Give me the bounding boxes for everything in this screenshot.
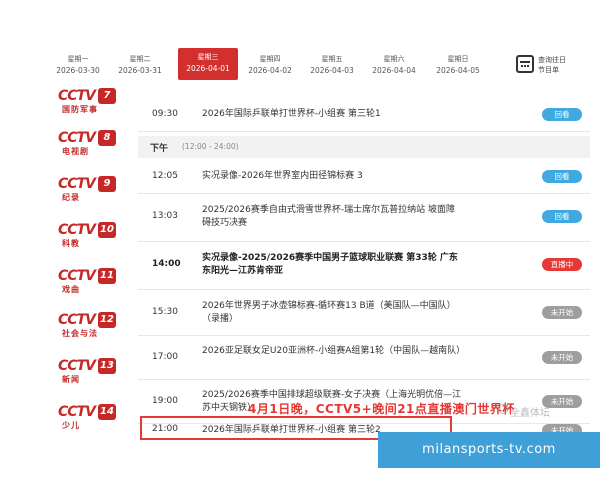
channel-logo-cctv14[interactable]: CCTV 14 少儿 [58, 404, 118, 434]
section-afternoon: 下午 (12:00 - 24:00) [138, 136, 590, 158]
day-tab-wed-active[interactable]: 星期三 2026-04-01 [178, 48, 238, 80]
program-title[interactable]: 2026年世界男子冰壶锦标赛-循环赛13 B道（美国队—中国队）（录播） [202, 300, 462, 326]
channel-logo-cctv7[interactable]: CCTV 7 国防军事 [58, 88, 118, 118]
upcoming-badge: 未开始 [542, 351, 582, 364]
day-date: 2026-03-30 [56, 66, 100, 75]
replay-button[interactable]: 回看 [542, 210, 582, 223]
history-schedule-label: 查询往日 节目单 [538, 56, 566, 74]
watermark-icon [498, 404, 508, 414]
program-time: 12:05 [152, 171, 178, 181]
watermark-text: 全鑫体坛 [510, 408, 550, 419]
day-name: 星期三 [197, 53, 219, 61]
day-date: 2026-04-04 [372, 66, 416, 75]
channel-logo-cctv10[interactable]: CCTV 10 科教 [58, 222, 118, 252]
table-row-live: 14:00 实况录像-2025/2026赛季中国男子篮球职业联赛 第33轮 广东… [138, 242, 590, 290]
table-row: 12:05 实况录像-2026年世界室内田径锦标赛 3 回看 [138, 160, 590, 194]
upcoming-badge: 未开始 [542, 306, 582, 319]
table-row: 17:00 2026亚足联女足U20亚洲杯-小组赛A组第1轮（中国队—越南队） … [138, 336, 590, 380]
day-name: 星期四 [259, 55, 281, 63]
program-time: 14:00 [152, 259, 181, 269]
day-name: 星期二 [129, 55, 151, 63]
day-date: 2026-04-05 [436, 66, 480, 75]
channel-logo-cctv9[interactable]: CCTV 9 纪录 [58, 176, 118, 206]
annotation-caption: 4月1日晚，CCTV5+晚间21点直播澳门世界杯 [248, 402, 515, 416]
day-tab-fri[interactable]: 星期五 2026-04-03 [302, 50, 362, 80]
channel-logo-cctv8[interactable]: CCTV 8 电视剧 [58, 130, 118, 160]
program-title[interactable]: 实况录像-2026年世界室内田径锦标赛 3 [202, 170, 462, 183]
day-date: 2026-04-02 [248, 66, 292, 75]
live-button[interactable]: 直播中 [542, 258, 582, 271]
day-tab-tue[interactable]: 星期二 2026-03-31 [110, 50, 170, 80]
program-title[interactable]: 实况录像-2025/2026赛季中国男子篮球职业联赛 第33轮 广东东阳光—江苏… [202, 252, 462, 278]
day-tab-thu[interactable]: 星期四 2026-04-02 [240, 50, 300, 80]
replay-button[interactable]: 回看 [542, 108, 582, 121]
day-tab-sat[interactable]: 星期六 2026-04-04 [364, 50, 424, 80]
channel-logo-column: CCTV 7 国防军事 CCTV 8 电视剧 CCTV 9 纪录 CCTV 10 科教 … [52, 84, 122, 444]
day-tab-sun[interactable]: 星期日 2026-04-05 [428, 50, 488, 80]
screenshot-root: 星期一 2026-03-30 星期二 2026-03-31 星期三 2026-0… [0, 0, 600, 480]
day-name: 星期一 [67, 55, 89, 63]
program-time: 17:00 [152, 352, 178, 362]
site-banner[interactable]: milansports-tv.com [378, 432, 600, 468]
section-range: (12:00 - 24:00) [182, 142, 239, 151]
program-title[interactable]: 2026亚足联女足U20亚洲杯-小组赛A组第1轮（中国队—越南队） [202, 345, 465, 358]
day-date: 2026-04-03 [310, 66, 354, 75]
day-name: 星期日 [447, 55, 469, 63]
calendar-icon [516, 55, 534, 73]
section-label: 下午 [150, 144, 169, 154]
program-time: 19:00 [152, 396, 178, 406]
day-date: 2026-04-01 [186, 64, 230, 73]
channel-logo-cctv12[interactable]: CCTV 12 社会与法 [58, 312, 118, 342]
program-schedule: 09:30 2026年国际乒联单打世界杯-小组赛 第三轮1 回看 下午 (12:… [138, 96, 590, 441]
week-selector: 星期一 2026-03-30 星期二 2026-03-31 星期三 2026-0… [40, 46, 600, 84]
table-row: 15:30 2026年世界男子冰壶锦标赛-循环赛13 B道（美国队—中国队）（录… [138, 290, 590, 336]
program-time: 13:03 [152, 211, 178, 221]
program-time: 09:30 [152, 109, 178, 119]
day-tab-mon[interactable]: 星期一 2026-03-30 [48, 50, 108, 80]
replay-button[interactable]: 回看 [542, 170, 582, 183]
program-time: 15:30 [152, 307, 178, 317]
table-row: 09:30 2026年国际乒联单打世界杯-小组赛 第三轮1 回看 [138, 96, 590, 132]
day-name: 星期五 [321, 55, 343, 63]
day-name: 星期六 [383, 55, 405, 63]
channel-logo-cctv11[interactable]: CCTV 11 戏曲 [58, 268, 118, 298]
history-schedule-button[interactable]: 查询往日 节目单 [516, 52, 596, 80]
day-date: 2026-03-31 [118, 66, 162, 75]
table-row: 13:03 2025/2026赛季自由式滑雪世界杯-瑞士席尔瓦普拉纳站 坡面障碍… [138, 194, 590, 242]
program-title[interactable]: 2025/2026赛季自由式滑雪世界杯-瑞士席尔瓦普拉纳站 坡面障碍技巧决赛 [202, 204, 462, 230]
program-title[interactable]: 2026年国际乒联单打世界杯-小组赛 第三轮1 [202, 108, 462, 121]
channel-logo-cctv13[interactable]: CCTV 13 新闻 [58, 358, 118, 388]
